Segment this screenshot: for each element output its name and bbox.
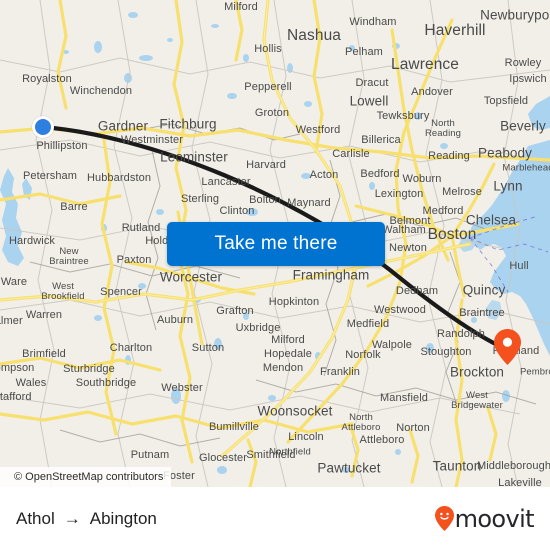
origin-marker-athol[interactable] bbox=[32, 116, 54, 138]
arrow-icon: → bbox=[63, 508, 81, 528]
destination-marker-abington[interactable] bbox=[494, 329, 521, 365]
osm-attribution[interactable]: © OpenStreetMap contributors bbox=[0, 467, 172, 487]
origin-label: Athol bbox=[16, 508, 55, 528]
moovit-pin-icon bbox=[434, 506, 454, 531]
map-canvas[interactable]: MilfordNashuaWindhamHaverhillNewburyport… bbox=[0, 0, 550, 487]
destination-label: Abington bbox=[89, 508, 157, 528]
footer-bar: Athol → Abington moovit bbox=[0, 487, 550, 550]
take-me-there-button[interactable]: Take me there bbox=[167, 222, 385, 266]
moovit-logo[interactable]: moovit bbox=[434, 504, 535, 533]
moovit-route-map-page: MilfordNashuaWindhamHaverhillNewburyport… bbox=[0, 0, 550, 550]
route-summary: Athol → Abington bbox=[16, 509, 157, 529]
moovit-wordmark: moovit bbox=[454, 504, 535, 533]
